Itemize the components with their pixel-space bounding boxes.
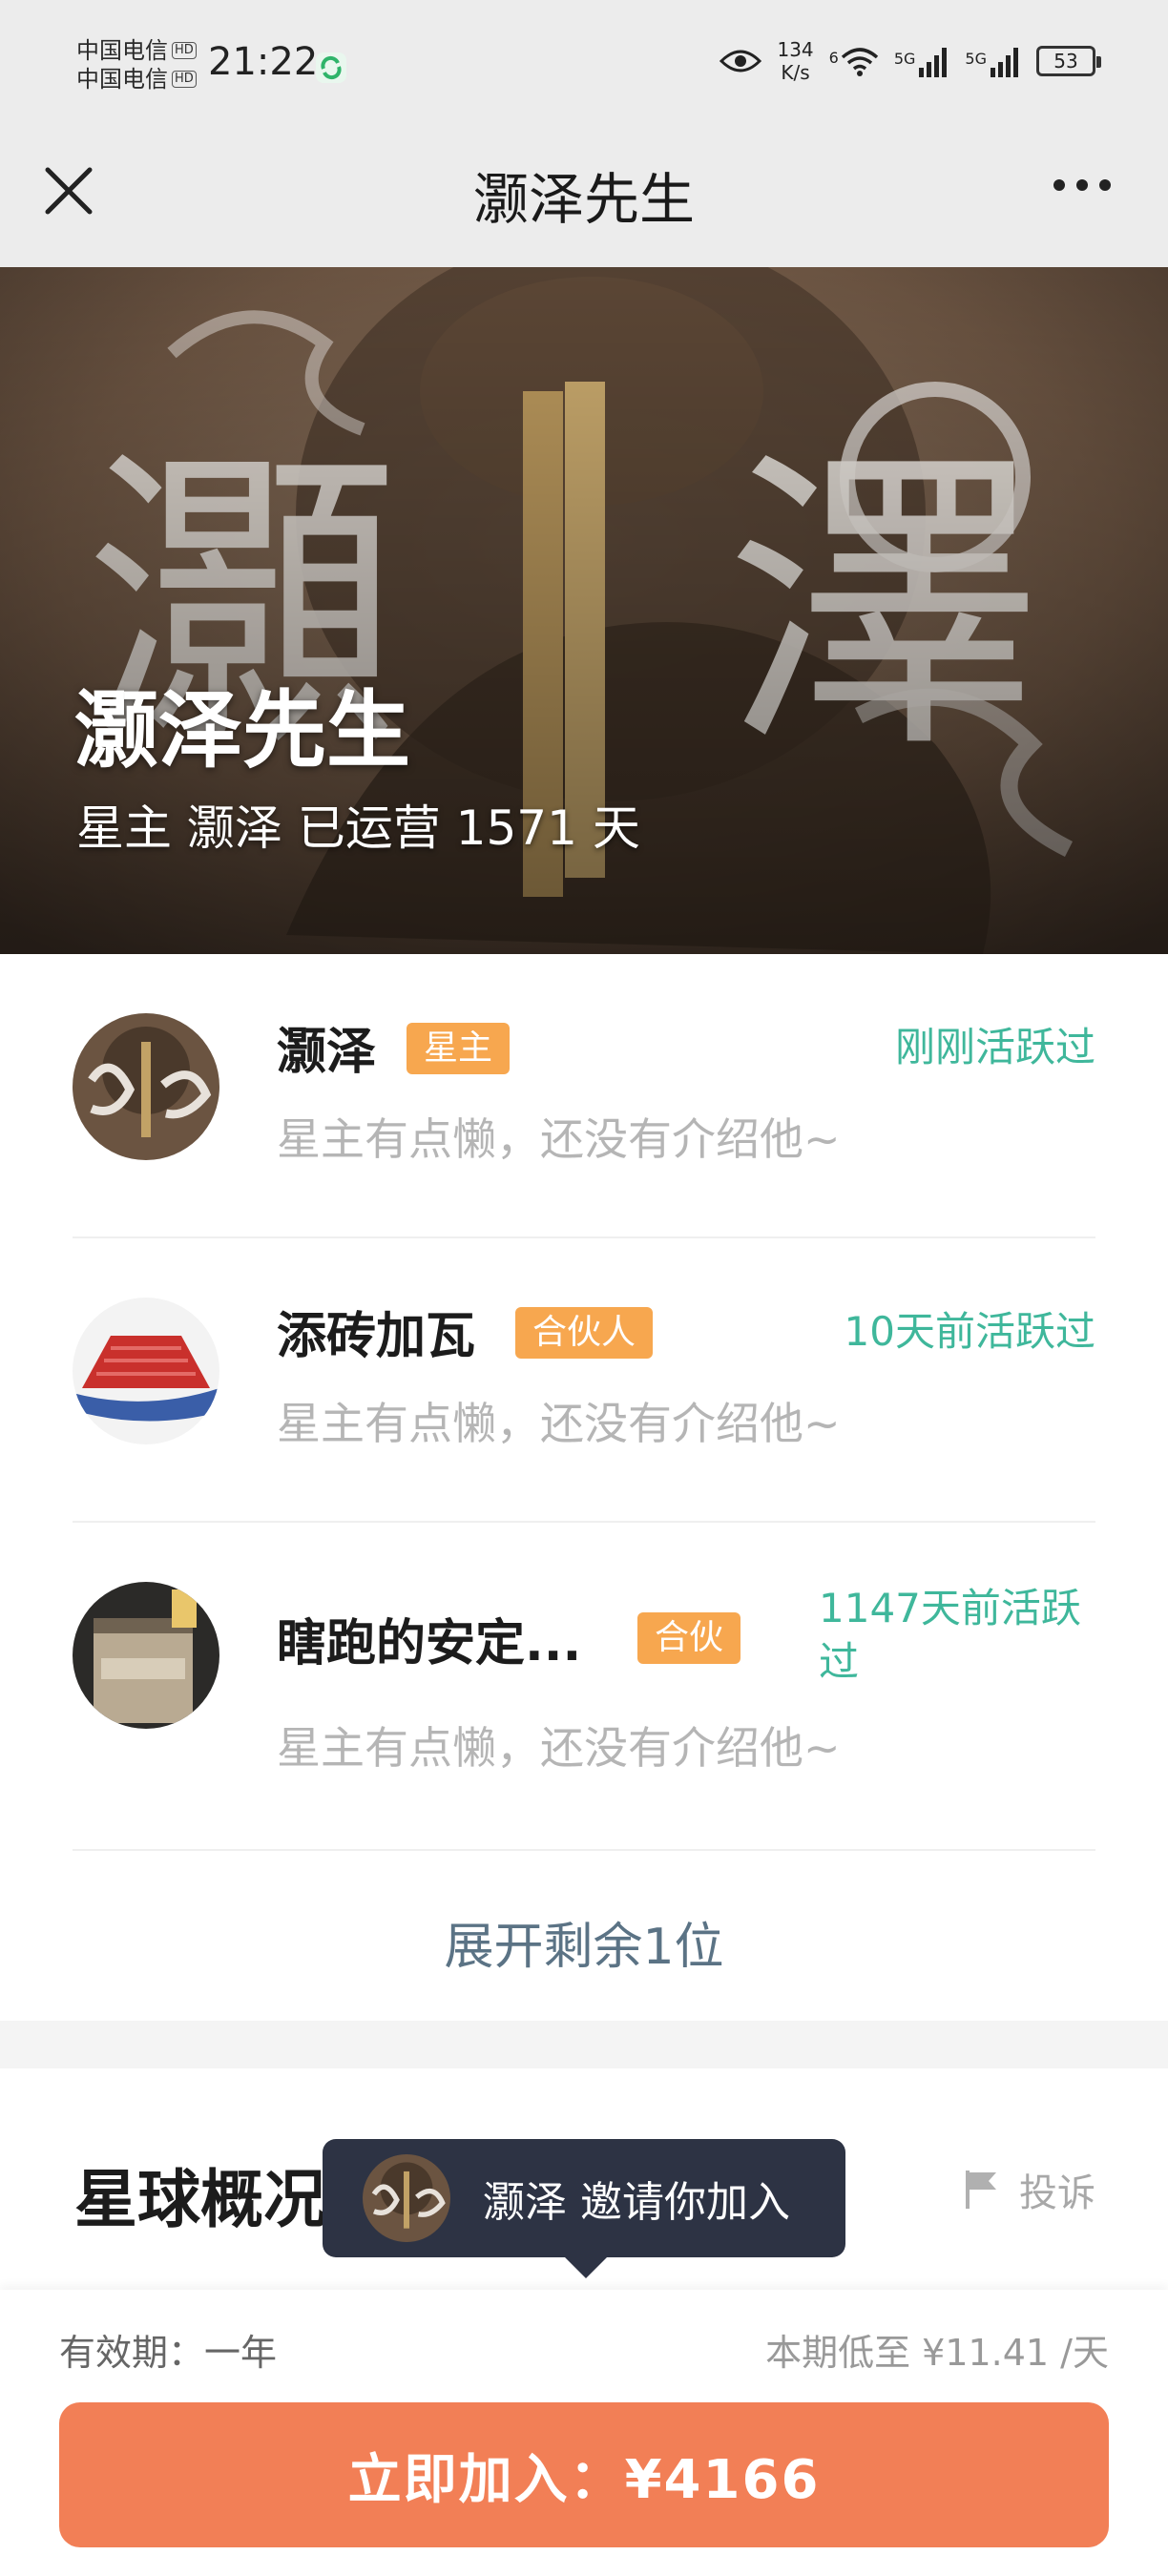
role-badge: 合伙: [637, 1612, 741, 1664]
page-title: 灏泽先生: [472, 167, 695, 232]
member-row[interactable]: 添砖加瓦 合伙人 10天前活跃过 星主有点懒，还没有介绍他~: [73, 1238, 1095, 1523]
status-bar: 中国电信 HD 中国电信 HD 21:22 134 K/s 6 5G 5G 53: [0, 0, 1168, 134]
hd-badge: HD: [172, 42, 197, 59]
avatar[interactable]: [73, 1013, 219, 1160]
invite-text: 灏泽 邀请你加入: [483, 2178, 790, 2227]
eye-icon: [720, 50, 762, 73]
battery-indicator: 53: [1036, 46, 1101, 76]
overview-title: 星球概况: [74, 2163, 326, 2236]
activity-status: 10天前活跃过: [844, 1308, 1095, 1355]
role-badge: 星主: [407, 1023, 511, 1074]
wifi-label: 6: [828, 49, 839, 67]
carrier-info: 中国电信 HD 中国电信 HD: [76, 36, 197, 93]
member-bio: 星主有点懒，还没有介绍他~: [277, 1398, 841, 1449]
network-speed: 134 K/s: [777, 38, 813, 84]
app-notification-icon: [316, 52, 346, 83]
activity-status: 1147天前活跃过: [819, 1585, 1081, 1685]
member-name: 瞎跑的安定...: [277, 1615, 582, 1672]
join-button[interactable]: 立即加入：¥4166: [59, 2402, 1109, 2547]
signal-2-label: 5G: [965, 50, 987, 68]
expand-members-link[interactable]: 展开剩余1位: [0, 1906, 1168, 1978]
validity-period: 有效期：一年: [59, 2332, 278, 2374]
report-label: 投诉: [1019, 2171, 1095, 2215]
report-button[interactable]: 投诉: [962, 2162, 1095, 2217]
wifi-icon: [841, 48, 879, 76]
nav-bar: 灏泽先生: [0, 134, 1168, 267]
signal-icon: [991, 48, 1018, 77]
member-bio: 星主有点懒，还没有介绍他~: [277, 1113, 841, 1165]
avatar: [363, 2154, 450, 2242]
carrier-1: 中国电信: [76, 37, 168, 64]
carrier-2: 中国电信: [76, 66, 168, 93]
role-badge: 合伙人: [515, 1307, 654, 1359]
member-name: 灏泽: [277, 1024, 377, 1081]
member-row[interactable]: 灏泽 星主 刚刚活跃过 星主有点懒，还没有介绍他~: [73, 954, 1095, 1238]
network-speed-unit: K/s: [781, 61, 810, 84]
flag-icon: [966, 2171, 996, 2209]
signal-1-label: 5G: [893, 50, 916, 68]
signal-icon: [919, 48, 948, 77]
status-icons: 134 K/s 6 5G 5G 53: [720, 38, 1101, 84]
member-row[interactable]: 瞎跑的安定... 合伙 1147天前活跃过 星主有点懒，还没有介绍他~: [73, 1523, 1095, 1851]
invite-tooltip: 灏泽 邀请你加入: [323, 2139, 845, 2278]
activity-status: 刚刚活跃过: [894, 1024, 1095, 1070]
section-divider: [0, 2021, 1168, 2068]
price-per-day: 本期低至 ¥11.41 /天: [765, 2332, 1109, 2374]
more-options-icon[interactable]: [1053, 179, 1111, 191]
planet-subtitle: 星主 灏泽 已运营 1571 天: [76, 800, 640, 856]
planet-title: 灏泽先生: [74, 681, 411, 779]
avatar[interactable]: [73, 1298, 219, 1444]
avatar[interactable]: [73, 1582, 219, 1729]
member-bio: 星主有点懒，还没有介绍他~: [277, 1722, 841, 1774]
network-speed-value: 134: [777, 38, 814, 61]
member-name: 添砖加瓦: [277, 1308, 476, 1365]
hd-badge: HD: [172, 71, 197, 88]
purchase-footer: 有效期：一年 本期低至 ¥11.41 /天 立即加入：¥4166: [0, 2290, 1168, 2576]
hero-banner: 灝 澤 灏泽先生 星主 灏泽 已运营 1571 天: [0, 267, 1168, 954]
clock: 21:22: [208, 40, 319, 84]
